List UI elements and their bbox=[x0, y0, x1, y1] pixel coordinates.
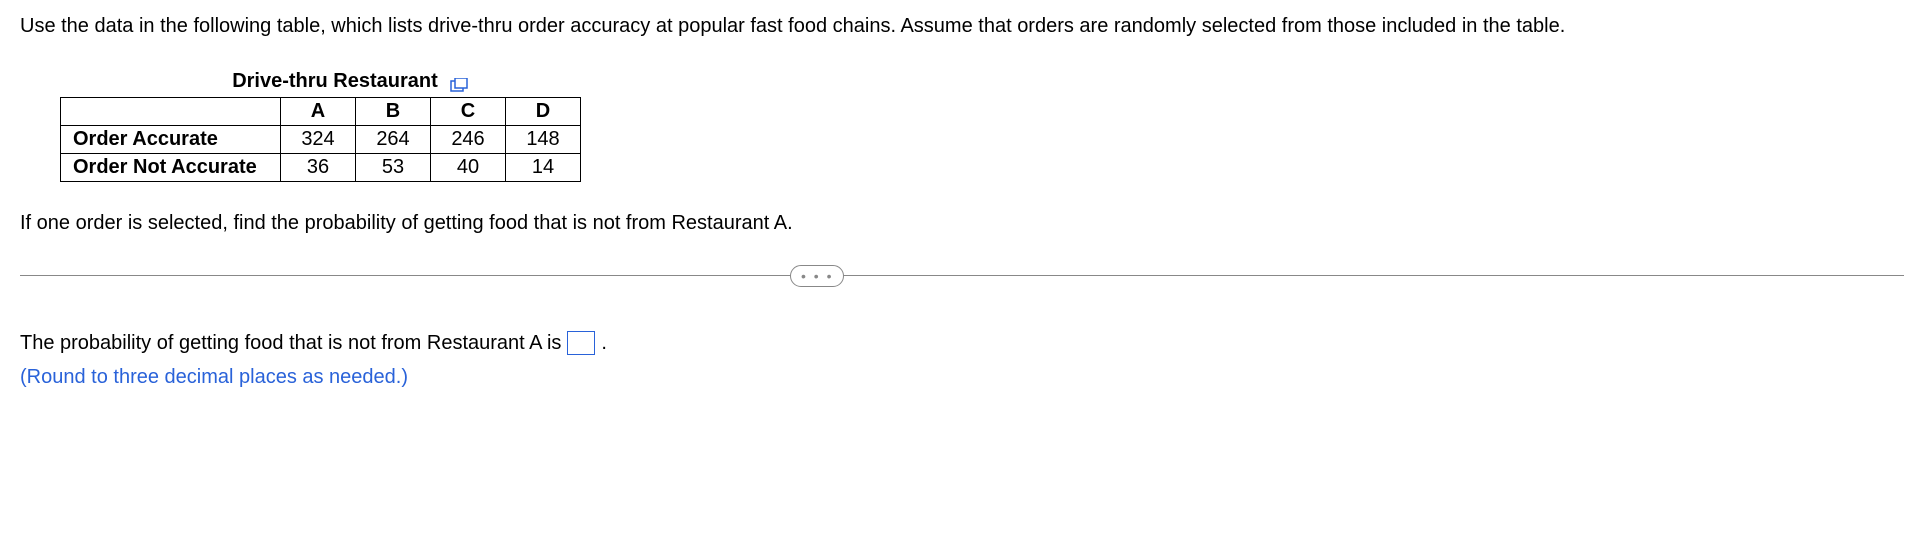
answer-input[interactable] bbox=[567, 331, 595, 355]
data-table-wrapper: Drive-thru Restaurant A B C D Order Accu… bbox=[60, 70, 1904, 182]
cell: 264 bbox=[356, 126, 431, 154]
cell: 246 bbox=[431, 126, 506, 154]
section-divider: • • • bbox=[20, 275, 1904, 276]
cell: 148 bbox=[506, 126, 581, 154]
data-table: A B C D Order Accurate 324 264 246 148 O… bbox=[60, 97, 581, 182]
answer-suffix: . bbox=[601, 326, 607, 360]
answer-prefix: The probability of getting food that is … bbox=[20, 326, 561, 360]
problem-intro: Use the data in the following table, whi… bbox=[20, 12, 1904, 40]
divider-line bbox=[20, 275, 1904, 276]
rounding-hint: (Round to three decimal places as needed… bbox=[20, 360, 1904, 394]
col-header-a: A bbox=[281, 98, 356, 126]
table-title: Drive-thru Restaurant bbox=[232, 70, 438, 93]
cell: 40 bbox=[431, 154, 506, 182]
table-row: Order Accurate 324 264 246 148 bbox=[61, 126, 581, 154]
question-prompt: If one order is selected, find the proba… bbox=[20, 212, 1904, 235]
answer-section: The probability of getting food that is … bbox=[20, 326, 1904, 394]
col-header-b: B bbox=[356, 98, 431, 126]
row-label-not-accurate: Order Not Accurate bbox=[61, 154, 281, 182]
cell: 14 bbox=[506, 154, 581, 182]
table-row: Order Not Accurate 36 53 40 14 bbox=[61, 154, 581, 182]
cell: 53 bbox=[356, 154, 431, 182]
cell: 324 bbox=[281, 126, 356, 154]
table-corner-cell bbox=[61, 98, 281, 126]
col-header-c: C bbox=[431, 98, 506, 126]
expand-table-icon[interactable] bbox=[450, 75, 468, 89]
table-title-row: Drive-thru Restaurant bbox=[60, 70, 640, 93]
row-label-accurate: Order Accurate bbox=[61, 126, 281, 154]
expand-hint-button[interactable]: • • • bbox=[790, 265, 844, 287]
cell: 36 bbox=[281, 154, 356, 182]
col-header-d: D bbox=[506, 98, 581, 126]
